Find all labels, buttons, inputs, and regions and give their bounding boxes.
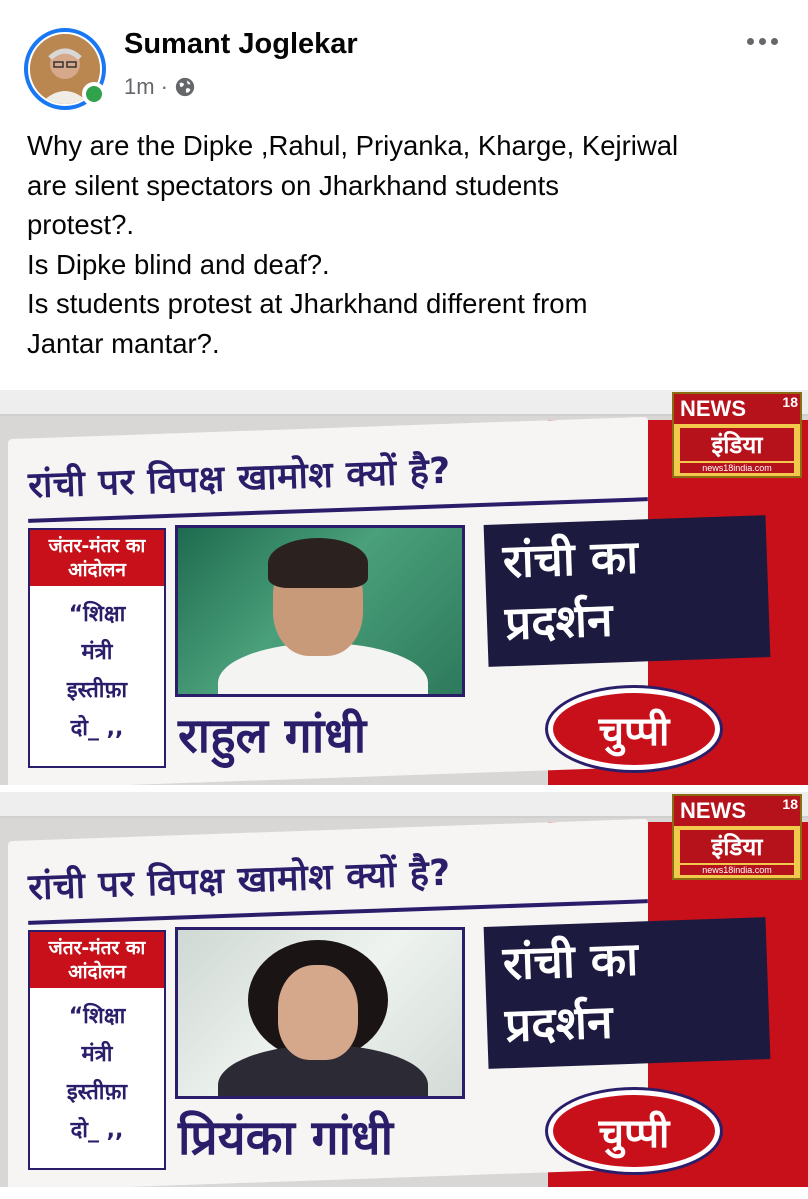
quote-box: जंतर-मंतर का आंदोलन “शिक्षा मंत्री इस्ती… [28, 528, 166, 768]
quote-line: इस्तीफ़ा [66, 678, 128, 703]
silence-badge: चुप्पी [548, 1090, 720, 1172]
silence-badge: चुप्पी [548, 688, 720, 770]
post-text-line: Jantar mantar?. [27, 327, 220, 359]
politician-photo [175, 525, 465, 697]
author-name[interactable]: Sumant Joglekar [124, 28, 358, 61]
photo-hair [268, 538, 368, 588]
silence-badge-text: चुप्पी [598, 708, 670, 755]
quote-box-body: “शिक्षा मंत्री इस्तीफ़ा दो_ ,, [30, 988, 164, 1150]
politician-name: प्रियंका गांधी [178, 1110, 393, 1166]
post-meta: 1m · [124, 74, 196, 100]
quote-line: मंत्री [81, 1042, 113, 1067]
post-text-line: protest?. [27, 209, 135, 240]
quote-line: “शिक्षा [68, 1004, 126, 1029]
silence-badge-text: चुप्पी [598, 1110, 670, 1157]
quote-line: दो_ ,, [70, 716, 124, 741]
photo-face [278, 965, 358, 1060]
channel-logo: NEWS 18 इंडिया news18india.com [672, 794, 802, 880]
post-text-line: Is Dipke blind and deaf?. [27, 248, 330, 280]
post-text-line: Why are the Dipke ,Rahul, Priyanka, Khar… [27, 130, 679, 161]
logo-18: 18 [782, 394, 798, 410]
post-text-line: Is students protest at Jharkhand differe… [27, 288, 588, 319]
quote-line: दो_ ,, [70, 1118, 124, 1143]
quote-box-body: “शिक्षा मंत्री इस्तीफ़ा दो_ ,, [30, 586, 164, 748]
globe-icon[interactable] [174, 76, 196, 98]
more-options-button[interactable] [736, 26, 788, 56]
post-text-line: are silent spectators on Jharkhand stude… [27, 169, 559, 201]
logo-news-text: NEWS [674, 394, 800, 424]
protest-box-line: रांची का [501, 931, 639, 991]
protest-box-line: प्रदर्शन [504, 994, 614, 1053]
quote-line: इस्तीफ़ा [66, 1080, 128, 1105]
logo-news-text: NEWS [674, 796, 800, 826]
news-screenshot-1[interactable]: रांची पर विपक्ष खामोश क्यों है? जंतर-मंत… [0, 390, 808, 785]
logo-india-text: इंडिया [680, 428, 794, 461]
logo-18: 18 [782, 796, 798, 812]
protest-box-line: रांची का [501, 529, 639, 589]
meta-separator: · [160, 74, 168, 99]
quote-box-header: जंतर-मंतर का आंदोलन [30, 530, 164, 586]
quote-line: “शिक्षा [68, 602, 126, 627]
protest-box: रांची का प्रदर्शन [483, 515, 771, 667]
logo-india-text: इंडिया [680, 830, 794, 863]
logo-url: news18india.com [680, 865, 794, 875]
channel-logo: NEWS 18 इंडिया news18india.com [672, 392, 802, 478]
post-text: Why are the Dipke ,Rahul, Priyanka, Khar… [27, 126, 797, 363]
politician-name: राहुल गांधी [178, 708, 367, 764]
more-options-icon [746, 37, 754, 45]
post-header: Sumant Joglekar 1m · [0, 0, 808, 115]
protest-box: रांची का प्रदर्शन [483, 917, 771, 1069]
quote-box-header: जंतर-मंतर का आंदोलन [30, 932, 164, 988]
more-options-dot [770, 37, 778, 45]
politician-photo [175, 927, 465, 1099]
more-options-dot [758, 37, 766, 45]
quote-box: जंतर-मंतर का आंदोलन “शिक्षा मंत्री इस्ती… [28, 930, 166, 1170]
logo-url: news18india.com [680, 463, 794, 473]
news-screenshot-2[interactable]: रांची पर विपक्ष खामोश क्यों है? जंतर-मंत… [0, 792, 808, 1187]
quote-line: मंत्री [81, 640, 113, 665]
online-status-indicator [82, 82, 106, 106]
protest-box-line: प्रदर्शन [504, 592, 614, 651]
post-time[interactable]: 1m [124, 74, 155, 100]
